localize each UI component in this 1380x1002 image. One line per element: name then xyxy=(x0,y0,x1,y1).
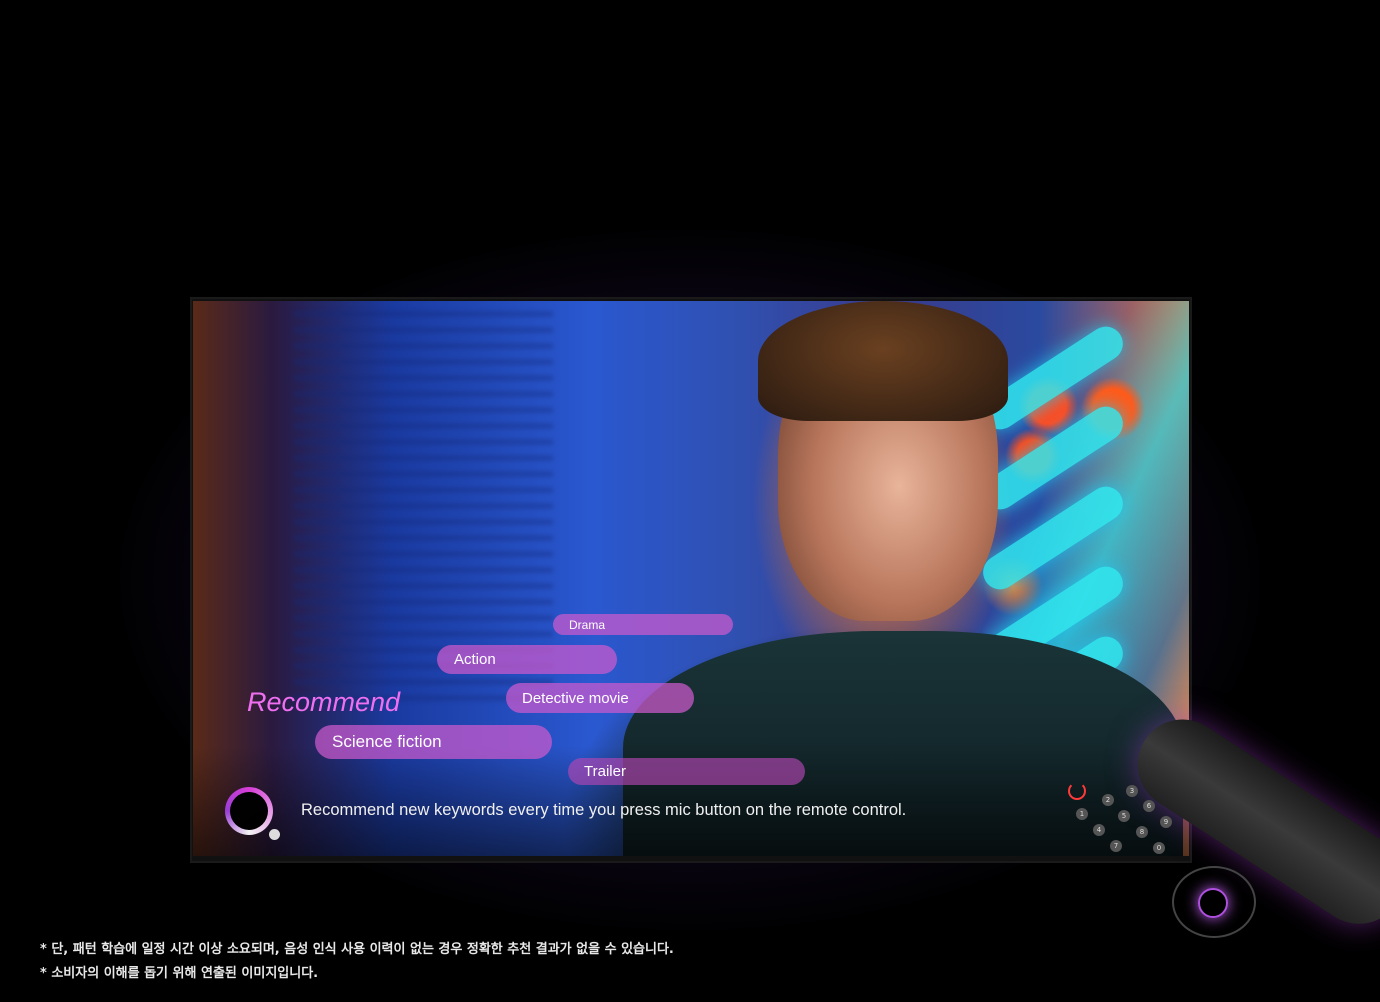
mic-icon[interactable] xyxy=(1198,888,1228,918)
keyword-label: Action xyxy=(454,651,496,668)
footnote: * 단, 패턴 학습에 일정 시간 이상 소요되며, 음성 인식 사용 이력이 … xyxy=(40,942,674,957)
voice-assistant-dot-icon xyxy=(269,829,280,840)
person-hair xyxy=(758,301,1008,421)
remote-button-8[interactable]: 8 xyxy=(1136,826,1148,838)
remote-button-4[interactable]: 4 xyxy=(1093,824,1105,836)
remote-button-6[interactable]: 6 xyxy=(1143,800,1155,812)
remote-button-9[interactable]: 9 xyxy=(1160,816,1172,828)
remote-button-0[interactable]: 0 xyxy=(1153,842,1165,854)
keyword-pill-drama[interactable]: Drama xyxy=(553,614,733,635)
footnote: * 소비자의 이해를 돕기 위해 연출된 이미지입니다. xyxy=(40,966,319,981)
keyword-pill-science-fiction[interactable]: Science fiction xyxy=(315,725,552,759)
keyword-pill-detective-movie[interactable]: Detective movie xyxy=(506,683,694,713)
voice-assistant-ring-icon xyxy=(225,787,273,835)
remote-button-2[interactable]: 2 xyxy=(1102,794,1114,806)
remote-button-5[interactable]: 5 xyxy=(1118,810,1130,822)
background-blinds xyxy=(293,301,553,701)
keyword-label: Detective movie xyxy=(522,689,629,707)
tv-screen: Drama Action Detective movie Recommend S… xyxy=(193,301,1189,856)
remote-button-7[interactable]: 7 xyxy=(1110,840,1122,852)
keyword-pill-action[interactable]: Action xyxy=(437,645,617,674)
remote-button-1[interactable]: 1 xyxy=(1076,808,1088,820)
power-icon[interactable] xyxy=(1068,782,1086,800)
keyword-label: Drama xyxy=(569,617,606,632)
keyword-pill-trailer[interactable]: Trailer xyxy=(568,758,805,785)
recommend-title: Recommend xyxy=(247,687,401,717)
keyword-label: Science fiction xyxy=(332,732,442,751)
remote-button-3[interactable]: 3 xyxy=(1126,785,1138,797)
keyword-label: Trailer xyxy=(584,763,626,780)
voice-hint-text: Recommend new keywords every time you pr… xyxy=(301,801,907,819)
